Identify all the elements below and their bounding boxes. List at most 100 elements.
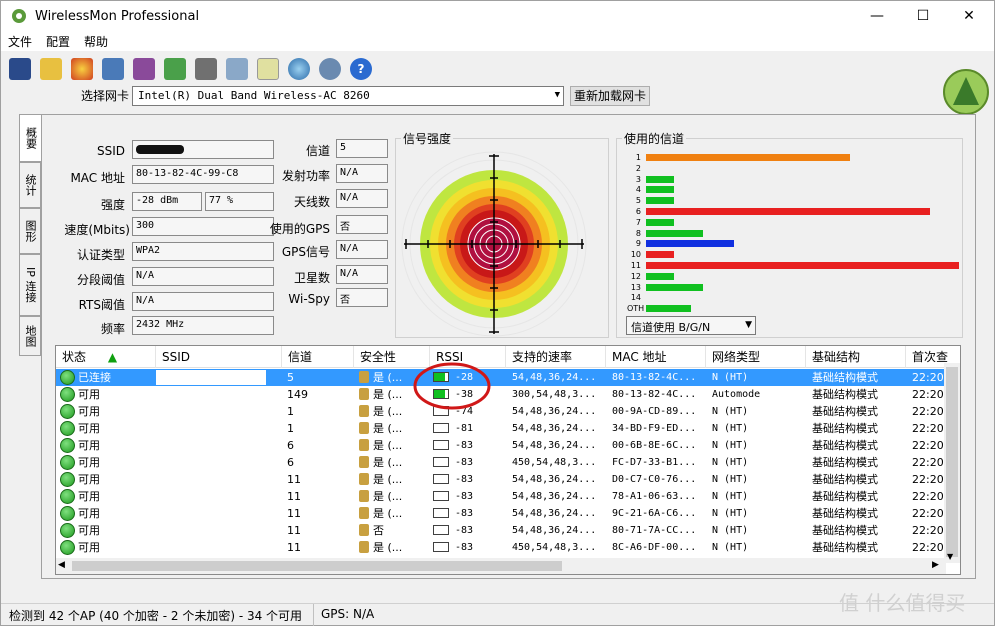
menu-file[interactable]: 文件 xyxy=(1,33,39,50)
auth-label: 认证类型 xyxy=(76,248,125,262)
cell-infra-text: 基础结构模式 xyxy=(812,439,878,452)
cell-time-text: 22:20: xyxy=(912,473,948,486)
cell-net-text: N (HT) xyxy=(712,525,749,536)
tab-map[interactable]: 地图 xyxy=(19,316,41,356)
cell-time-text: 22:20: xyxy=(912,524,948,537)
col-rates[interactable]: 支持的速率 xyxy=(506,346,606,368)
menu-help[interactable]: 帮助 xyxy=(77,33,115,50)
cell-mac-text: 80-71-7A-CC... xyxy=(612,525,697,536)
print-icon[interactable] xyxy=(195,58,217,80)
cell-mac: 34-BD-F9-ED... xyxy=(612,420,704,437)
table-row[interactable]: 可用 6 是 (... -83 54,48,36,24... 00-6B-8E-6C...… xyxy=(56,437,947,454)
table-row[interactable]: 可用 1 是 (... -81 54,48,36,24... 34-BD-F9-ED...… xyxy=(56,420,948,437)
cell-mac-text: 9C-21-6A-C6... xyxy=(612,508,697,519)
channel-label: 信道 xyxy=(305,144,330,158)
chat-icon[interactable] xyxy=(319,58,341,80)
cell-mac-text: 78-A1-06-63... xyxy=(612,491,697,502)
scroll-down-icon[interactable]: ▼ xyxy=(947,552,953,561)
mac-label: MAC 地址 xyxy=(70,171,125,185)
channel-number-5: 5 xyxy=(635,196,641,206)
status-icon xyxy=(60,523,75,538)
cell-channel: 11 xyxy=(287,505,347,522)
save-icon[interactable] xyxy=(9,58,31,80)
col-channel[interactable]: 信道 xyxy=(282,346,354,368)
channel-usage-select[interactable]: 信道使用 B/G/N ▼ xyxy=(626,316,756,335)
cell-time-text: 22:20: xyxy=(912,371,948,384)
cell-rates-text: 54,48,36,24... xyxy=(512,491,597,502)
app-icon xyxy=(11,8,27,24)
scroll-right-icon[interactable]: ▶ xyxy=(932,560,939,570)
help-icon[interactable]: ? xyxy=(350,58,372,80)
cell-ssid xyxy=(156,522,282,539)
maximize-button[interactable]: ☐ xyxy=(900,1,946,31)
cell-status: 已连接 xyxy=(78,369,154,386)
table-row[interactable]: 可用 11 是 (... -83 54,48,36,24... 78-A1-06-63..… xyxy=(56,488,947,505)
computers-icon[interactable] xyxy=(133,58,155,80)
network-icon[interactable] xyxy=(102,58,124,80)
cell-sec-text: 是 (... xyxy=(373,541,403,554)
vertical-scroll-thumb[interactable] xyxy=(946,367,958,557)
lock-icon xyxy=(359,422,369,434)
table-row[interactable]: 可用 11 是 (... -83 450,54,48,3... 8C-A6-DF-00..… xyxy=(56,539,948,556)
cell-sec: 是 (... xyxy=(359,437,429,454)
scroll-left-icon[interactable]: ◀ xyxy=(58,560,65,570)
ssid-redaction xyxy=(156,421,266,436)
col-status[interactable]: 状态 ▲ xyxy=(56,346,156,368)
table-row[interactable]: 可用 11 否 -83 54,48,36,24... 80-71-7A-CC... N (H… xyxy=(56,522,948,539)
col-ssid[interactable]: SSID xyxy=(156,346,282,368)
cell-net: N (HT) xyxy=(712,403,804,420)
cell-time-text: 22:20: xyxy=(912,541,948,554)
horizontal-scroll-thumb[interactable] xyxy=(72,561,562,571)
col-mac[interactable]: MAC 地址 xyxy=(606,346,706,368)
ssid-redaction xyxy=(156,506,266,521)
vertical-scrollbar[interactable]: ▼ xyxy=(944,363,960,563)
cell-mac-text: 00-9A-CD-89... xyxy=(612,406,697,417)
vertical-tabs: 概要 统计 图形 IP 连接 地图 xyxy=(19,114,41,356)
table-row[interactable]: 可用 11 是 (... -83 54,48,36,24... D0-C7-C0-76..… xyxy=(56,471,948,488)
table-row[interactable]: 可用 6 是 (... -83 450,54,48,3... FC-D7-33-B1...… xyxy=(56,454,947,471)
cell-rssi: -83 xyxy=(433,505,503,522)
cell-channel-text: 1 xyxy=(287,422,294,435)
clipboard-icon[interactable] xyxy=(257,58,279,80)
menu-config[interactable]: 配置 xyxy=(39,33,77,50)
cell-infra: 基础结构模式 xyxy=(812,488,904,505)
open-folder-icon[interactable] xyxy=(40,58,62,80)
cell-time-text: 22:20: xyxy=(912,422,948,435)
reload-nic-button[interactable]: 重新加载网卡 xyxy=(570,86,650,106)
tab-summary[interactable]: 概要 xyxy=(19,114,41,162)
cell-net: N (HT) xyxy=(712,539,804,556)
cell-sec: 是 (... xyxy=(359,471,429,488)
cell-mac-text: D0-C7-C0-76... xyxy=(612,474,697,485)
ap-table: 状态 ▲ SSID 信道 安全性 RSSI 支持的速率 MAC 地址 网络类型 … xyxy=(55,345,961,575)
cell-channel: 5 xyxy=(287,369,347,386)
table-row[interactable]: 可用 149 是 (... -38 300,54,48,3... 80-13-82-4C.… xyxy=(56,386,947,403)
signal-bar-icon xyxy=(433,457,449,467)
export-icon[interactable] xyxy=(164,58,186,80)
table-row[interactable]: 已连接 5 是 (... -28 54,48,36,24... 80-13-82-4C..… xyxy=(56,369,948,386)
tab-graph[interactable]: 图形 xyxy=(19,208,41,254)
antenna-label: 天线数 xyxy=(293,195,330,209)
horizontal-scrollbar[interactable]: ◀ ▶ xyxy=(56,558,946,574)
col-status-label: 状态 xyxy=(62,350,87,364)
cell-rates: 54,48,36,24... xyxy=(512,505,604,522)
tab-stats[interactable]: 统计 xyxy=(19,162,41,208)
table-row[interactable]: 可用 1 是 (... -74 54,48,36,24... 00-9A-CD-89...… xyxy=(56,403,947,420)
cell-infra: 基础结构模式 xyxy=(812,437,904,454)
close-button[interactable]: ✕ xyxy=(946,1,992,31)
cell-status: 可用 xyxy=(78,488,154,505)
cell-net: N (HT) xyxy=(712,369,804,386)
tab-ip-connection[interactable]: IP 连接 xyxy=(19,254,41,316)
cell-status-text: 可用 xyxy=(78,456,100,469)
col-infrastructure[interactable]: 基础结构 xyxy=(806,346,906,368)
table-row[interactable]: 可用 11 是 (... -83 54,48,36,24... 9C-21-6A-C6..… xyxy=(56,505,947,522)
minimize-button[interactable]: — xyxy=(854,1,900,31)
globe-icon[interactable] xyxy=(288,58,310,80)
nic-select[interactable]: Intel(R) Dual Band Wireless-AC 8260 ▼ xyxy=(132,86,564,106)
cell-infra-text: 基础结构模式 xyxy=(812,388,878,401)
target-icon[interactable] xyxy=(71,58,93,80)
cell-rates-text: 450,54,48,3... xyxy=(512,457,597,468)
lock-icon xyxy=(359,439,369,451)
edit-icon[interactable] xyxy=(226,58,248,80)
col-network-type[interactable]: 网络类型 xyxy=(706,346,806,368)
cell-net-text: N (HT) xyxy=(712,440,749,451)
